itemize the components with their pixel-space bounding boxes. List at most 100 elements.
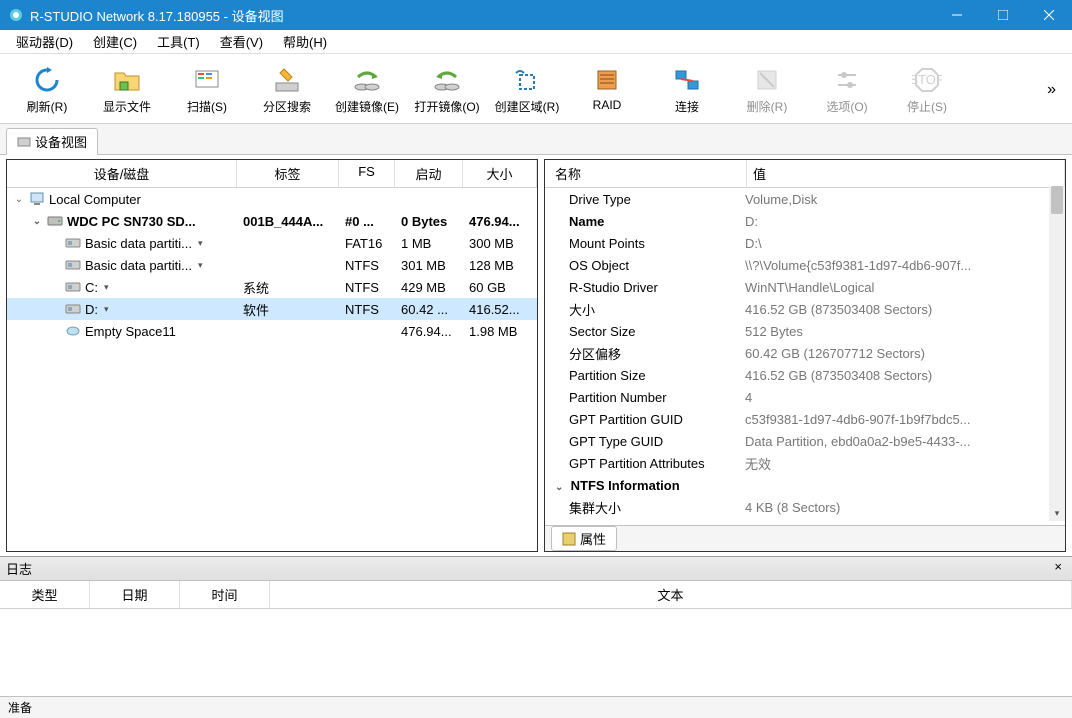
property-row[interactable]: GPT Partition Attributes无效 xyxy=(545,452,1049,474)
expand-icon[interactable]: ⌄ xyxy=(13,194,25,205)
create-image-button[interactable]: 创建镜像(E) xyxy=(328,60,406,119)
tab-device-view[interactable]: 设备视图 xyxy=(6,128,98,155)
connect-button[interactable]: 连接 xyxy=(648,60,726,119)
menu-bar: 驱动器(D) 创建(C) 工具(T) 查看(V) 帮助(H) xyxy=(0,30,1072,54)
property-name: Name xyxy=(545,214,745,229)
scan-button[interactable]: 扫描(S) xyxy=(168,60,246,119)
device-name-cell: ⌄WDC PC SN730 SD... xyxy=(7,214,237,229)
tab-properties[interactable]: 属性 xyxy=(551,526,617,551)
minimize-button[interactable] xyxy=(934,0,980,30)
log-col-time[interactable]: 时间 xyxy=(180,581,270,608)
app-icon xyxy=(8,7,24,23)
property-row[interactable]: Sector Size512 Bytes xyxy=(545,320,1049,342)
folder-icon xyxy=(111,64,143,96)
device-header: 设备/磁盘 标签 FS 启动 大小 xyxy=(7,160,537,188)
scroll-down-icon[interactable]: ▾ xyxy=(1049,505,1065,521)
expand-icon[interactable]: ⌄ xyxy=(31,216,43,227)
property-row[interactable]: Partition Size416.52 GB (873503408 Secto… xyxy=(545,364,1049,386)
property-value: 512 Bytes xyxy=(745,324,1049,339)
open-image-button[interactable]: 打开镜像(O) xyxy=(408,60,486,119)
row-menu-icon[interactable]: ▾ xyxy=(198,238,203,249)
scroll-thumb[interactable] xyxy=(1051,186,1063,214)
log-columns: 类型 日期 时间 文本 xyxy=(0,581,1072,609)
log-body[interactable] xyxy=(0,609,1072,696)
row-menu-icon[interactable]: ▾ xyxy=(198,260,203,271)
device-row[interactable]: D:▾软件NTFS60.42 ...416.52... xyxy=(7,298,537,320)
properties-icon xyxy=(562,532,576,546)
col-fs[interactable]: FS xyxy=(339,160,395,187)
cell-size: 128 MB xyxy=(463,258,537,273)
menu-drives[interactable]: 驱动器(D) xyxy=(6,30,83,53)
menu-create[interactable]: 创建(C) xyxy=(83,30,147,53)
close-button[interactable] xyxy=(1026,0,1072,30)
device-tree[interactable]: ⌄Local Computer⌄WDC PC SN730 SD...001B_4… xyxy=(7,188,537,551)
log-panel: 日志 × 类型 日期 时间 文本 xyxy=(0,556,1072,696)
cell-start: 0 Bytes xyxy=(395,214,463,229)
device-row[interactable]: C:▾系统NTFS429 MB60 GB xyxy=(7,276,537,298)
log-col-text[interactable]: 文本 xyxy=(270,581,1072,608)
cell-label: 系统 xyxy=(237,278,339,297)
cell-start: 1 MB xyxy=(395,236,463,251)
row-menu-icon[interactable]: ▾ xyxy=(104,282,109,293)
raid-button[interactable]: RAID xyxy=(568,60,646,116)
log-col-date[interactable]: 日期 xyxy=(90,581,180,608)
property-row[interactable]: OS Object\\?\Volume{c53f9381-1d97-4db6-9… xyxy=(545,254,1049,276)
property-row[interactable]: Mount PointsD:\ xyxy=(545,232,1049,254)
property-row[interactable]: Partition Number4 xyxy=(545,386,1049,408)
col-value[interactable]: 值 xyxy=(747,160,1065,187)
menu-tools[interactable]: 工具(T) xyxy=(147,30,210,53)
create-image-icon xyxy=(351,64,383,96)
device-row[interactable]: Empty Space11476.94...1.98 MB xyxy=(7,320,537,342)
section-expand-icon[interactable]: ⌄ xyxy=(555,482,567,493)
status-bar: 准备 xyxy=(0,696,1072,718)
property-value: Data Partition, ebd0a0a2-b9e5-4433-... xyxy=(745,434,1049,449)
property-section[interactable]: ⌄ NTFS Information xyxy=(545,474,1049,496)
options-button: 选项(O) xyxy=(808,60,886,119)
property-row[interactable]: R-Studio DriverWinNT\Handle\Logical xyxy=(545,276,1049,298)
options-icon xyxy=(831,64,863,96)
device-row[interactable]: ⌄Local Computer xyxy=(7,188,537,210)
raid-icon xyxy=(591,64,623,96)
property-row[interactable]: NameD: xyxy=(545,210,1049,232)
create-region-button[interactable]: 创建区域(R) xyxy=(488,60,566,119)
partition-search-button[interactable]: 分区搜索 xyxy=(248,60,326,119)
log-close-button[interactable]: × xyxy=(1050,559,1066,578)
device-row[interactable]: Basic data partiti...▾FAT161 MB300 MB xyxy=(7,232,537,254)
property-row[interactable]: 集群大小4 KB (8 Sectors) xyxy=(545,496,1049,518)
property-row[interactable]: GPT Type GUIDData Partition, ebd0a0a2-b9… xyxy=(545,430,1049,452)
vol-icon xyxy=(65,302,81,316)
cell-start: 429 MB xyxy=(395,280,463,295)
device-row[interactable]: Basic data partiti...▾NTFS301 MB128 MB xyxy=(7,254,537,276)
col-device[interactable]: 设备/磁盘 xyxy=(7,160,237,187)
computer-icon xyxy=(29,192,45,206)
col-start[interactable]: 启动 xyxy=(395,160,463,187)
col-label[interactable]: 标签 xyxy=(237,160,339,187)
scrollbar[interactable]: ▾ xyxy=(1049,186,1065,521)
property-value: 416.52 GB (873503408 Sectors) xyxy=(745,302,1049,317)
show-files-button[interactable]: 显示文件 xyxy=(88,60,166,119)
properties-header: 名称 值 xyxy=(545,160,1065,188)
property-value: Volume,Disk xyxy=(745,192,1049,207)
row-menu-icon[interactable]: ▾ xyxy=(104,304,109,315)
property-value: 无效 xyxy=(745,454,1049,473)
menu-view[interactable]: 查看(V) xyxy=(210,30,273,53)
properties-list[interactable]: Drive TypeVolume,DiskNameD:Mount PointsD… xyxy=(545,188,1049,525)
device-row[interactable]: ⌄WDC PC SN730 SD...001B_444A...#0 ...0 B… xyxy=(7,210,537,232)
property-row[interactable]: 大小416.52 GB (873503408 Sectors) xyxy=(545,298,1049,320)
properties-panel: 名称 值 Drive TypeVolume,DiskNameD:Mount Po… xyxy=(544,159,1066,552)
property-name: GPT Partition Attributes xyxy=(545,456,745,471)
property-row[interactable]: Drive TypeVolume,Disk xyxy=(545,188,1049,210)
property-row[interactable]: GPT Partition GUIDc53f9381-1d97-4db6-907… xyxy=(545,408,1049,430)
maximize-button[interactable] xyxy=(980,0,1026,30)
menu-help[interactable]: 帮助(H) xyxy=(273,30,337,53)
property-value: 416.52 GB (873503408 Sectors) xyxy=(745,368,1049,383)
col-name[interactable]: 名称 xyxy=(545,160,747,187)
property-row[interactable]: 分区偏移60.42 GB (126707712 Sectors) xyxy=(545,342,1049,364)
toolbar-overflow[interactable]: » xyxy=(1039,77,1064,103)
scan-icon xyxy=(191,64,223,96)
log-col-type[interactable]: 类型 xyxy=(0,581,90,608)
disk-icon xyxy=(47,214,63,228)
refresh-button[interactable]: 刷新(R) xyxy=(8,60,86,119)
col-size[interactable]: 大小 xyxy=(463,160,537,187)
cell-fs: #0 ... xyxy=(339,214,395,229)
